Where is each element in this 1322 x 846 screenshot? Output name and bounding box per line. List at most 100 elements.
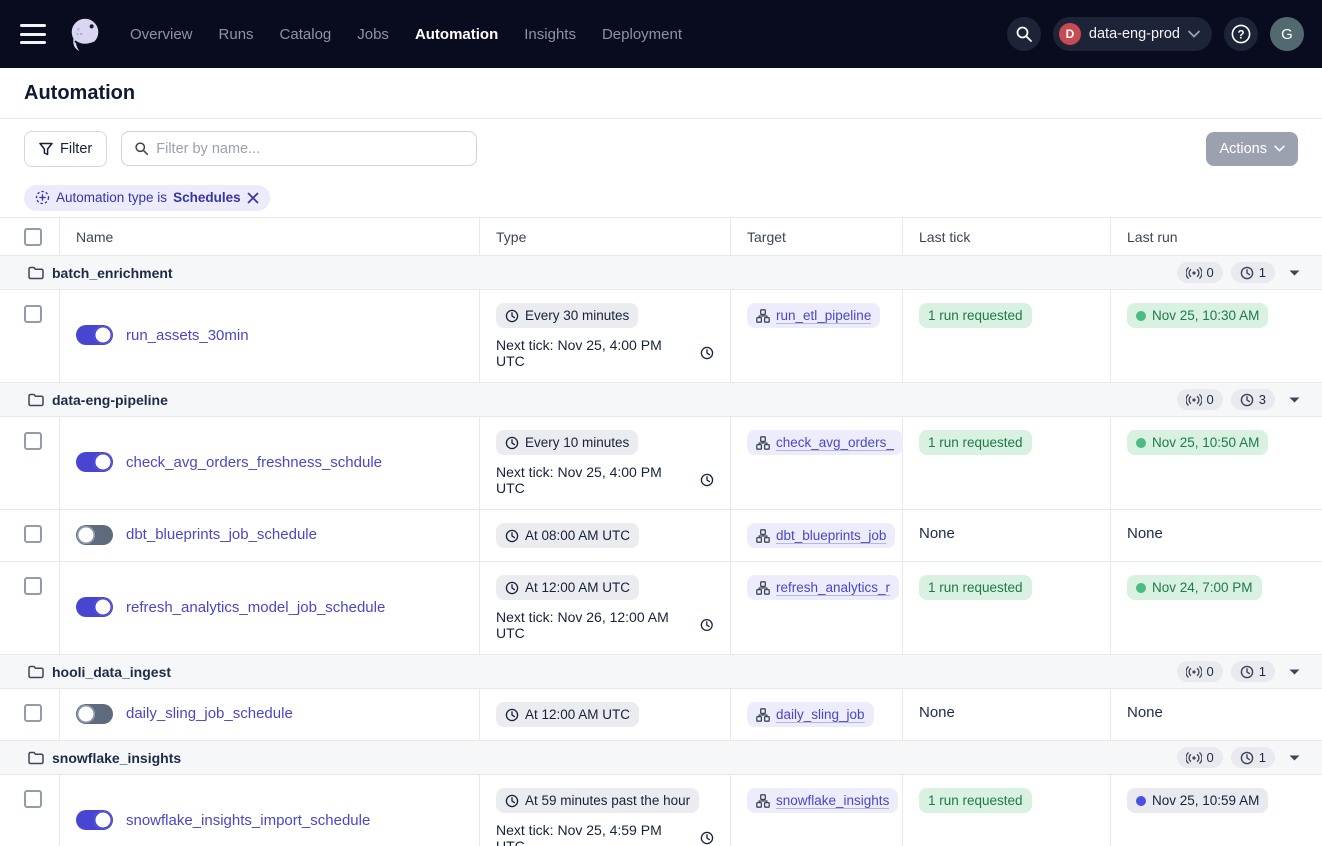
active-filters-row: Automation type is Schedules [0,178,1322,218]
group-row[interactable]: snowflake_insights 0 1 [0,741,1322,775]
help-icon[interactable]: ? [1224,17,1258,51]
row-checkbox[interactable] [24,577,42,595]
sensor-count: 0 [1207,265,1214,280]
collapse-group-icon[interactable] [1289,755,1300,761]
page-title: Automation [24,82,135,105]
next-tick-text: Next tick: Nov 25, 4:59 PM UTC [496,822,694,846]
row-checkbox[interactable] [24,305,42,323]
schedule-name-link[interactable]: dbt_blueprints_job_schedule [126,526,317,543]
target-pill[interactable]: snowflake_insights [747,788,898,813]
name-filter-input[interactable] [156,141,464,157]
sensor-count-badge: 0 [1177,747,1223,768]
filter-button[interactable]: Filter [24,131,107,167]
collapse-group-icon[interactable] [1289,270,1300,276]
page-header: Automation [0,68,1322,119]
select-all-checkbox[interactable] [24,228,42,246]
group-row[interactable]: hooli_data_ingest 0 1 [0,655,1322,689]
target-link[interactable]: refresh_analytics_r [776,580,890,596]
schedule-count: 3 [1259,392,1266,407]
row-checkbox[interactable] [24,432,42,450]
target-link[interactable]: dbt_blueprints_job [776,528,886,544]
schedule-count-badge: 1 [1231,262,1275,283]
schedule-toggle[interactable] [76,325,113,345]
nav-item-catalog[interactable]: Catalog [280,26,332,43]
schedule-toggle[interactable] [76,704,113,724]
next-tick-text: Next tick: Nov 26, 12:00 AM UTC [496,609,694,641]
group-row[interactable]: data-eng-pipeline 0 3 [0,383,1322,417]
group-row[interactable]: batch_enrichment 0 1 [0,256,1322,290]
row-checkbox[interactable] [24,704,42,722]
schedule-type-pill-label: Every 30 minutes [525,308,629,323]
clock-icon [1240,751,1254,765]
filter-chip-prefix: Automation type is [56,190,167,205]
clock-icon [1240,393,1254,407]
actions-button[interactable]: Actions [1206,132,1298,166]
nav-item-jobs[interactable]: Jobs [357,26,389,43]
schedule-toggle[interactable] [76,597,113,617]
top-navigation-bar: Overview Runs Catalog Jobs Automation Insight… [0,0,1322,68]
target-link[interactable]: run_etl_pipeline [776,308,871,324]
row-checkbox[interactable] [24,525,42,543]
nav-item-insights[interactable]: Insights [524,26,576,43]
clock-icon [700,473,714,487]
schedule-toggle[interactable] [76,452,113,472]
nav-item-overview[interactable]: Overview [130,26,193,43]
target-pill[interactable]: run_etl_pipeline [747,303,880,328]
last-run-none: None [1127,523,1163,542]
group-name: data-eng-pipeline [52,392,168,408]
target-link[interactable]: snowflake_insights [776,793,889,809]
schedule-toggle[interactable] [76,525,113,545]
search-icon[interactable] [1007,17,1041,51]
sensor-count: 0 [1207,750,1214,765]
target-pill[interactable]: daily_sling_job [747,702,874,727]
schedule-name-link[interactable]: snowflake_insights_import_schedule [126,812,370,829]
schedule-type-pill-label: At 12:00 AM UTC [525,580,630,595]
schedule-name-link[interactable]: run_assets_30min [126,327,249,344]
target-pill[interactable]: check_avg_orders_ [747,430,903,455]
sensor-count-badge: 0 [1177,661,1223,682]
target-pill[interactable]: dbt_blueprints_job [747,523,895,548]
last-run-text: Nov 24, 7:00 PM [1152,580,1253,595]
last-tick-pill: 1 run requested [919,788,1032,813]
dagster-logo-icon[interactable] [66,15,104,53]
nav-item-deployment[interactable]: Deployment [602,26,682,43]
collapse-group-icon[interactable] [1289,397,1300,403]
row-checkbox[interactable] [24,790,42,808]
schedule-row: snowflake_insights_import_schedule At 59… [0,775,1322,846]
schedule-toggle[interactable] [76,810,113,830]
job-graph-icon [756,529,770,543]
schedule-name-link[interactable]: check_avg_orders_freshness_schdule [126,454,382,471]
nav-item-runs[interactable]: Runs [219,26,254,43]
sensor-count: 0 [1207,664,1214,679]
last-run-pill[interactable]: Nov 25, 10:30 AM [1127,303,1268,328]
group-name: snowflake_insights [52,750,181,766]
schedule-row: refresh_analytics_model_job_schedule At … [0,562,1322,655]
last-tick-none: None [919,523,955,542]
last-run-pill[interactable]: Nov 24, 7:00 PM [1127,575,1262,600]
last-tick-text: 1 run requested [928,308,1023,323]
target-link[interactable]: daily_sling_job [776,707,865,723]
collapse-group-icon[interactable] [1289,669,1300,675]
user-avatar[interactable]: G [1270,17,1304,51]
last-run-pill[interactable]: Nov 25, 10:59 AM [1127,788,1268,813]
target-link[interactable]: check_avg_orders_ [776,435,894,451]
next-tick: Next tick: Nov 25, 4:59 PM UTC [496,822,714,846]
last-tick-text: 1 run requested [928,580,1023,595]
run-status-dot [1136,438,1146,448]
menu-icon[interactable] [20,24,46,44]
schedule-name-link[interactable]: daily_sling_job_schedule [126,705,293,722]
clock-icon [505,708,519,722]
deployment-switcher[interactable]: D data-eng-prod [1053,17,1212,51]
schedule-type-pill: At 59 minutes past the hour [496,788,699,813]
clock-icon [700,346,714,360]
last-run-pill[interactable]: Nov 25, 10:50 AM [1127,430,1268,455]
nav-item-automation[interactable]: Automation [415,26,498,43]
schedule-name-link[interactable]: refresh_analytics_model_job_schedule [126,599,385,616]
filter-chip-automation-type[interactable]: Automation type is Schedules [24,185,270,211]
target-pill[interactable]: refresh_analytics_r [747,575,899,600]
schedule-type-pill: Every 10 minutes [496,430,638,455]
column-header-target: Target [731,218,903,255]
schedule-count-badge: 1 [1231,661,1275,682]
schedule-row: dbt_blueprints_job_schedule At 08:00 AM … [0,510,1322,562]
remove-filter-icon[interactable] [247,192,259,204]
